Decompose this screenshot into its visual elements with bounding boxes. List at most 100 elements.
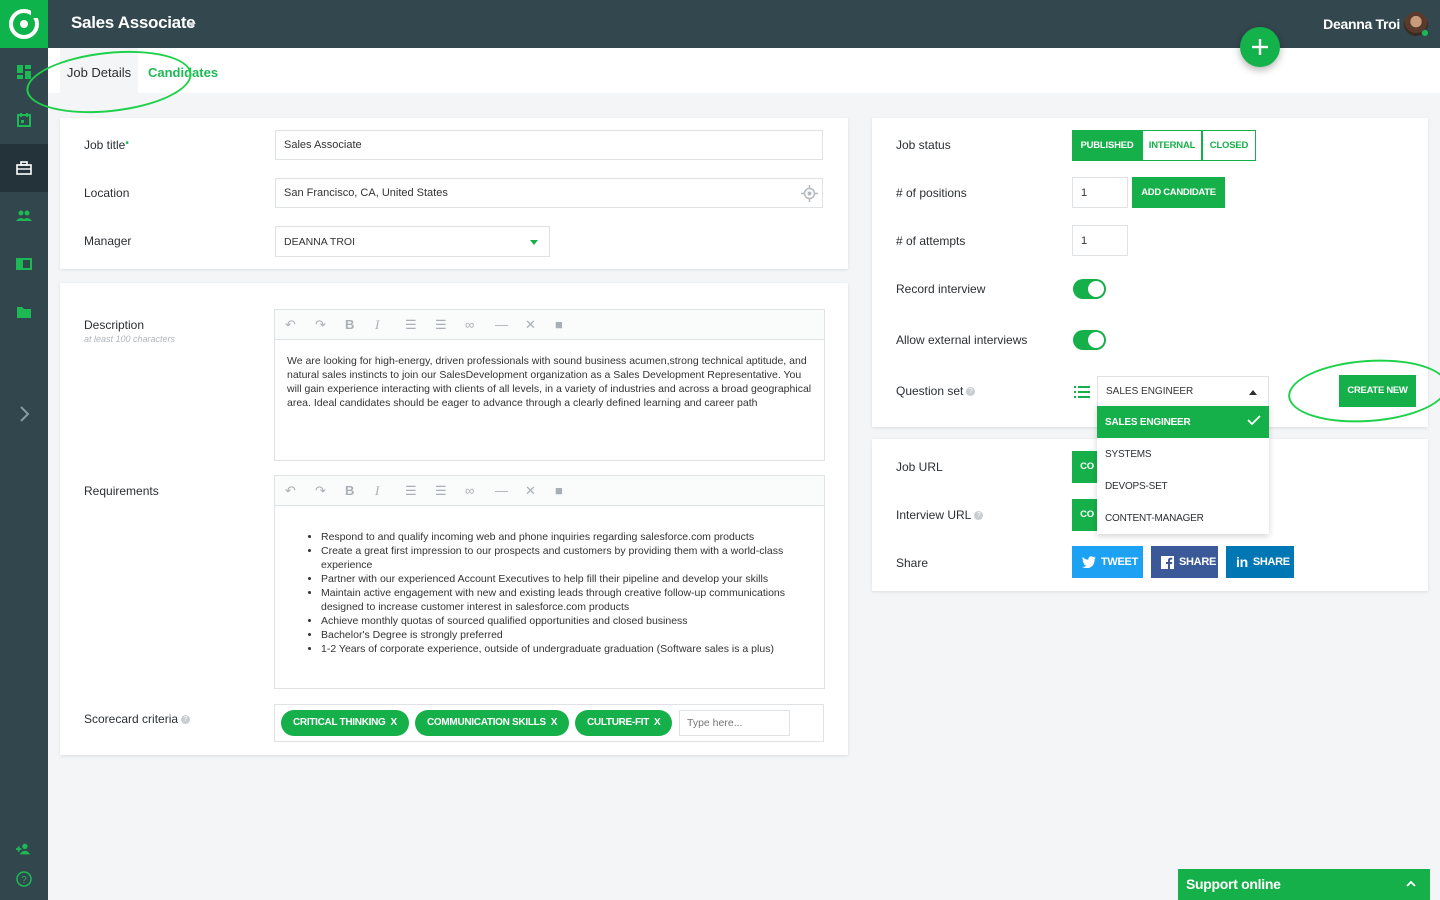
job-basics-card: Job title• Sales Associate Location San … xyxy=(60,118,848,269)
positions-input[interactable]: 1 xyxy=(1072,177,1128,208)
linkedin-share-button[interactable]: in SHARE xyxy=(1226,546,1294,578)
list-item: Create a great first impression to our p… xyxy=(321,544,812,572)
external-interviews-toggle[interactable] xyxy=(1073,330,1106,350)
question-set-dropdown: SALES ENGINEER SYSTEMS DEVOPS-SET CONTEN… xyxy=(1097,406,1269,534)
job-content-card: Description at least 100 characters ↶ ↷ … xyxy=(60,283,848,755)
option-systems[interactable]: SYSTEMS xyxy=(1097,438,1269,470)
app-logo[interactable] xyxy=(0,0,48,48)
scorecard-new-tag-input[interactable] xyxy=(679,710,790,736)
bullet-list-icon[interactable]: ☰ xyxy=(435,317,465,333)
chevron-up-icon xyxy=(1249,390,1257,395)
remove-tag-icon[interactable]: X xyxy=(551,717,558,728)
locate-icon[interactable] xyxy=(801,185,818,202)
video-icon[interactable]: ■ xyxy=(555,317,585,332)
link-icon[interactable]: ∞ xyxy=(465,317,495,332)
online-status-icon xyxy=(1421,29,1429,37)
help-icon: ? xyxy=(16,871,32,887)
question-set-select[interactable]: SALES ENGINEER xyxy=(1097,376,1269,407)
manager-select[interactable]: DEANNA TROI xyxy=(275,226,550,257)
italic-icon[interactable]: I xyxy=(375,483,405,499)
requirements-editor[interactable]: ↶ ↷ B I ☰ ☰ ∞ — ✕ ■ Respond to and quali… xyxy=(274,475,825,689)
requirements-toolbar: ↶ ↷ B I ☰ ☰ ∞ — ✕ ■ xyxy=(275,476,824,506)
top-header: Sales Associate Deanna Troi xyxy=(48,0,1440,48)
bold-icon[interactable]: B xyxy=(345,317,375,332)
ordered-list-icon[interactable]: ☰ xyxy=(405,483,435,499)
record-interview-label: Record interview xyxy=(896,282,986,296)
help-icon[interactable]: ? xyxy=(966,387,976,397)
sidebar-item-files[interactable] xyxy=(0,288,48,336)
tag-culture-fit[interactable]: CULTURE-FIT X xyxy=(575,710,673,736)
link-icon[interactable]: ∞ xyxy=(465,483,495,498)
sidebar-item-calendar[interactable] xyxy=(0,96,48,144)
status-published-button[interactable]: PUBLISHED xyxy=(1072,130,1142,161)
add-candidate-button[interactable]: ADD CANDIDATE xyxy=(1132,177,1225,208)
support-label: Support online xyxy=(1186,876,1281,892)
add-fab-button[interactable] xyxy=(1240,27,1280,67)
sidebar-expand[interactable] xyxy=(0,390,48,438)
undo-icon[interactable]: ↶ xyxy=(285,317,315,333)
horizontal-rule-icon[interactable]: — xyxy=(495,317,525,332)
clear-format-icon[interactable]: ✕ xyxy=(525,483,555,499)
sidebar-item-dashboard[interactable] xyxy=(0,48,48,96)
video-icon[interactable]: ■ xyxy=(555,483,585,498)
requirements-text[interactable]: Respond to and qualify incoming web and … xyxy=(275,506,824,670)
tab-candidates[interactable]: Candidates xyxy=(148,48,218,93)
briefcase-icon xyxy=(16,161,32,175)
italic-icon[interactable]: I xyxy=(375,317,405,333)
option-sales-engineer[interactable]: SALES ENGINEER xyxy=(1097,406,1269,438)
sidebar-item-team[interactable] xyxy=(0,192,48,240)
scorecard-tags-input[interactable]: CRITICAL THINKING X COMMUNICATION SKILLS… xyxy=(274,704,824,742)
tweet-button[interactable]: TWEET xyxy=(1072,546,1143,578)
user-name[interactable]: Deanna Troi xyxy=(1323,16,1400,32)
sidebar: ? xyxy=(0,0,48,900)
description-text[interactable]: We are looking for high-energy, driven p… xyxy=(275,340,824,424)
chevron-right-icon xyxy=(20,406,30,422)
caret-down-icon[interactable] xyxy=(188,23,196,27)
status-internal-button[interactable]: INTERNAL xyxy=(1142,130,1202,161)
horizontal-rule-icon[interactable]: — xyxy=(495,483,525,498)
help-icon[interactable]: ? xyxy=(181,715,191,725)
logo-icon xyxy=(9,9,39,39)
folder-icon xyxy=(17,307,31,318)
description-editor[interactable]: ↶ ↷ B I ☰ ☰ ∞ — ✕ ■ We are looking for h… xyxy=(274,309,825,461)
clear-format-icon[interactable]: ✕ xyxy=(525,317,555,333)
bold-icon[interactable]: B xyxy=(345,483,375,498)
option-devops-set[interactable]: DEVOPS-SET xyxy=(1097,470,1269,502)
ordered-list-icon[interactable]: ☰ xyxy=(405,317,435,333)
remove-tag-icon[interactable]: X xyxy=(390,717,397,728)
option-content-manager[interactable]: CONTENT-MANAGER xyxy=(1097,502,1269,534)
attempts-label: # of attempts xyxy=(896,234,966,248)
remove-tag-icon[interactable]: X xyxy=(654,717,661,728)
sidebar-item-jobs[interactable] xyxy=(0,144,48,192)
attempts-input[interactable]: 1 xyxy=(1072,225,1128,256)
tag-critical-thinking[interactable]: CRITICAL THINKING X xyxy=(281,710,409,736)
external-interviews-label: Allow external interviews xyxy=(896,333,1028,347)
sidebar-item-help[interactable]: ? xyxy=(0,855,48,900)
list-item: Respond to and qualify incoming web and … xyxy=(321,530,812,544)
redo-icon[interactable]: ↷ xyxy=(315,317,345,333)
undo-icon[interactable]: ↶ xyxy=(285,483,315,499)
facebook-share-button[interactable]: SHARE xyxy=(1151,546,1218,578)
people-icon xyxy=(16,210,32,221)
status-closed-button[interactable]: CLOSED xyxy=(1202,130,1256,161)
job-title-input[interactable]: Sales Associate xyxy=(275,130,823,160)
list-item: Bachelor's Degree is strongly preferred xyxy=(321,628,812,642)
book-icon xyxy=(16,258,32,270)
help-icon[interactable]: ? xyxy=(974,511,984,521)
create-new-button[interactable]: CREATE NEW xyxy=(1339,375,1416,407)
job-settings-card: Job status PUBLISHED INTERNAL CLOSED # o… xyxy=(872,118,1428,427)
redo-icon[interactable]: ↷ xyxy=(315,483,345,499)
record-interview-toggle[interactable] xyxy=(1073,279,1106,299)
requirements-label: Requirements xyxy=(84,484,159,498)
list-icon[interactable] xyxy=(1074,385,1090,399)
support-chat-bar[interactable]: Support online xyxy=(1178,869,1430,900)
job-url-label: Job URL xyxy=(896,460,943,474)
bullet-list-icon[interactable]: ☰ xyxy=(435,483,465,499)
page-title[interactable]: Sales Associate xyxy=(71,13,196,33)
tab-job-details[interactable]: Job Details xyxy=(60,48,138,93)
location-input[interactable]: San Francisco, CA, United States xyxy=(275,178,823,208)
interview-url-label: Interview URL? xyxy=(896,508,984,522)
tag-communication-skills[interactable]: COMMUNICATION SKILLS X xyxy=(415,710,570,736)
sidebar-item-library[interactable] xyxy=(0,240,48,288)
chevron-down-icon xyxy=(530,240,538,245)
